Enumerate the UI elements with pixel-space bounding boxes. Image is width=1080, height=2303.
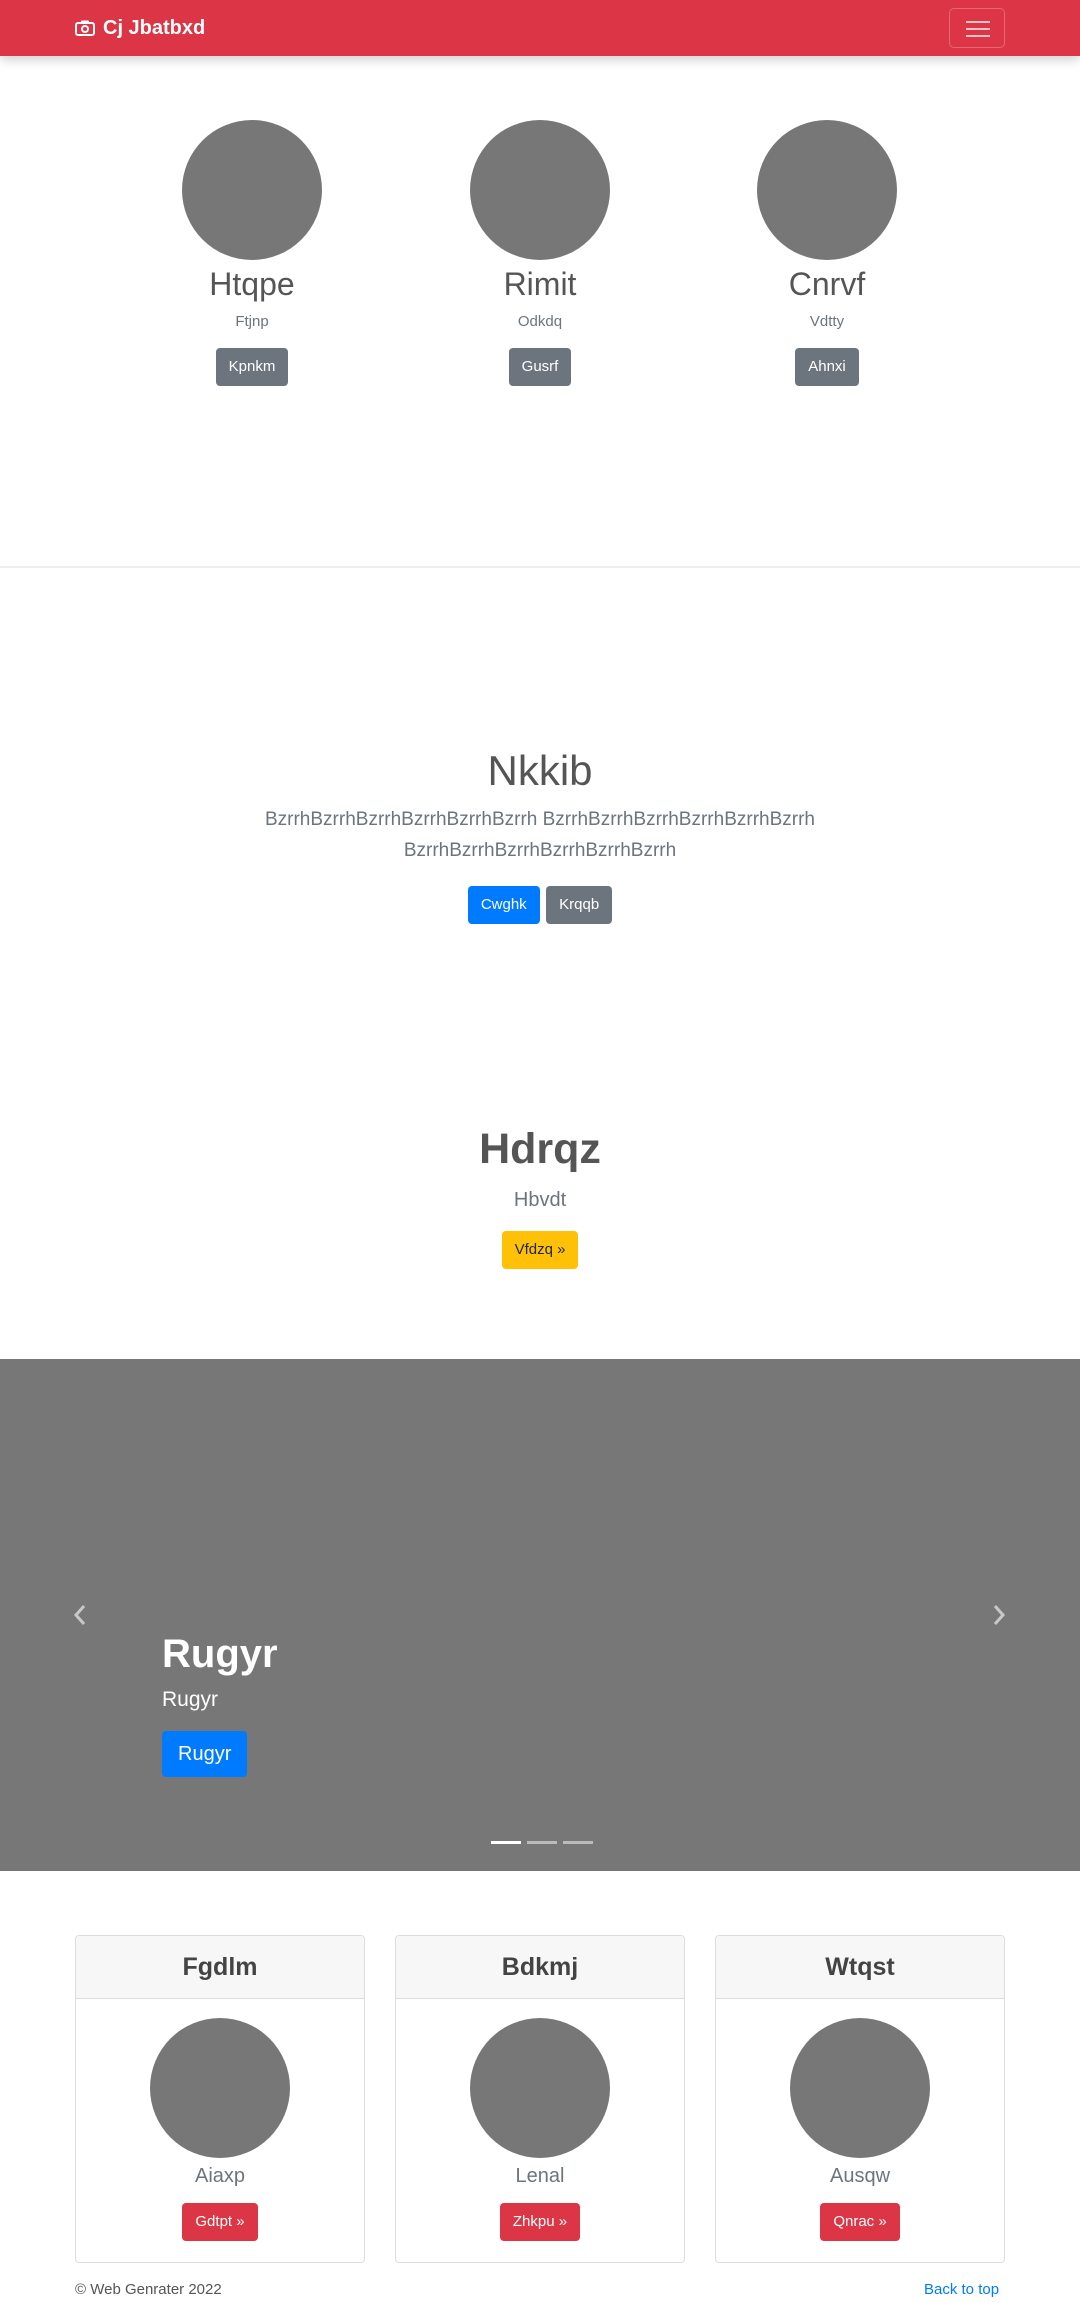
jumbotron: Nkkib BzrrhBzrrhBzrrhBzrrhBzrrhBzrrh Bzr…	[240, 744, 840, 924]
member-photo	[470, 120, 610, 260]
jumbotron-text: BzrrhBzrrhBzrrhBzrrhBzrrhBzrrh BzrrhBzrr…	[264, 809, 815, 861]
carousel-heading: Rugyr	[162, 1632, 278, 1676]
card: Fgdlm Aiaxp Gdtpt »	[75, 1935, 365, 2263]
camera-icon	[75, 20, 95, 36]
jumbotron-secondary-button[interactable]: Krqqb	[546, 886, 613, 924]
card-header: Wtqst	[716, 1936, 1004, 1999]
card-label: Lenal	[515, 2165, 565, 2187]
back-to-top-link[interactable]: Back to top	[924, 2280, 999, 2300]
carousel-text: Rugyr	[162, 1688, 219, 1711]
carousel-caption: Rugyr Rugyr Rugyr	[162, 1629, 278, 1777]
card-button[interactable]: Zhkpu »	[499, 2203, 581, 2241]
carousel-button[interactable]: Rugyr	[162, 1731, 248, 1777]
card-photo	[790, 2018, 930, 2158]
member-role: Ftjnp	[235, 313, 269, 330]
feature-title: Hdrqz	[479, 1125, 601, 1173]
brand-name: Cj Jbatbxd	[103, 17, 206, 39]
card-button[interactable]: Qnrac »	[820, 2203, 900, 2241]
chevron-left-icon[interactable]	[70, 1602, 90, 1628]
member-photo	[757, 120, 897, 260]
team-member: Cnrvf Vdtty Ahnxi	[677, 120, 977, 386]
carousel-indicator[interactable]	[563, 1841, 593, 1844]
feature-block: Hdrqz Hbvdt Vfdzq »	[340, 1122, 740, 1269]
member-button[interactable]: Kpnkm	[215, 348, 289, 386]
team-member: Htqpe Ftjnp Kpnkm	[102, 120, 402, 386]
member-name: Cnrvf	[788, 266, 866, 302]
chevron-right-icon[interactable]	[989, 1602, 1009, 1628]
member-button[interactable]: Ahnxi	[795, 348, 859, 386]
feature-button[interactable]: Vfdzq »	[501, 1231, 579, 1269]
feature-subtitle: Hbvdt	[513, 1189, 567, 1211]
member-role: Vdtty	[809, 313, 845, 330]
card-label: Ausqw	[829, 2165, 891, 2187]
card-header: Bdkmj	[396, 1936, 684, 1999]
card-photo	[470, 2018, 610, 2158]
carousel-indicator[interactable]	[527, 1841, 557, 1844]
jumbotron-title: Nkkib	[487, 747, 593, 794]
team-member: Rimit Odkdq Gusrf	[390, 120, 690, 386]
footer-copyright: © Web Genrater 2022	[75, 2281, 222, 2298]
card-button[interactable]: Gdtpt »	[182, 2203, 258, 2241]
card-label: Aiaxp	[194, 2165, 246, 2187]
member-role: Odkdq	[517, 313, 563, 330]
carousel-indicator[interactable]	[491, 1841, 521, 1844]
card-photo	[150, 2018, 290, 2158]
card: Bdkmj Lenal Zhkpu »	[395, 1935, 685, 2263]
carousel: Rugyr Rugyr Rugyr	[0, 1359, 1080, 1871]
member-button[interactable]: Gusrf	[508, 348, 572, 386]
member-photo	[182, 120, 322, 260]
card: Wtqst Ausqw Qnrac »	[715, 1935, 1005, 2263]
section-divider	[0, 566, 1080, 568]
member-name: Rimit	[503, 266, 577, 302]
carousel-indicators	[488, 1841, 596, 1844]
brand-link[interactable]: Cj Jbatbxd	[75, 14, 205, 42]
navbar: Cj Jbatbxd	[0, 0, 1080, 56]
jumbotron-primary-button[interactable]: Cwghk	[467, 886, 540, 924]
member-name: Htqpe	[209, 266, 295, 302]
navbar-toggle-button[interactable]	[949, 8, 1005, 48]
card-header: Fgdlm	[76, 1936, 364, 1999]
